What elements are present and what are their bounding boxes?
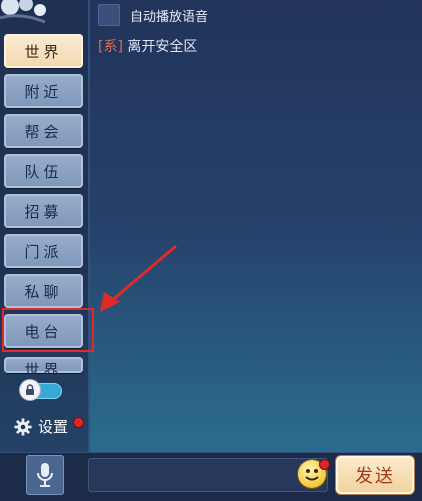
tab-nearby[interactable]: 附近 [4,74,83,108]
chat-message: [系] 离开安全区 [98,36,197,56]
auto-play-checkbox[interactable] [98,4,120,26]
tab-team[interactable]: 队伍 [4,154,83,188]
auto-play-row[interactable]: 自动播放语音 [98,4,208,26]
system-tag: [系] [98,39,123,55]
settings-button[interactable]: 设置 [14,416,68,437]
voice-toggle[interactable] [20,380,62,400]
channel-sidebar: 世界 附近 帮会 队伍 招募 门派 私聊 电台 世界 设置 [0,0,90,500]
message-input[interactable] [88,458,328,492]
tab-guild[interactable]: 帮会 [4,114,83,148]
decorative-flower-icon [0,0,46,24]
tab-world-partial[interactable]: 世界 [4,357,83,373]
auto-play-label: 自动播放语音 [130,9,209,25]
message-text: 离开安全区 [127,39,198,55]
gear-icon [14,417,32,436]
microphone-icon [37,463,53,487]
tab-recruit[interactable]: 招募 [4,194,83,228]
tab-private-chat[interactable]: 私聊 [4,274,83,308]
notification-dot [74,418,83,427]
lock-icon [20,380,40,400]
tab-world[interactable]: 世界 [4,34,83,68]
voice-button[interactable] [26,455,64,495]
tab-sect[interactable]: 门派 [4,234,83,268]
settings-label: 设置 [38,418,69,436]
chat-panel: 自动播放语音 [系] 离开安全区 [90,0,422,452]
send-button[interactable]: 发送 [336,456,414,494]
radio-tab-highlight-box [2,308,94,352]
emoji-notification-dot [320,460,329,469]
